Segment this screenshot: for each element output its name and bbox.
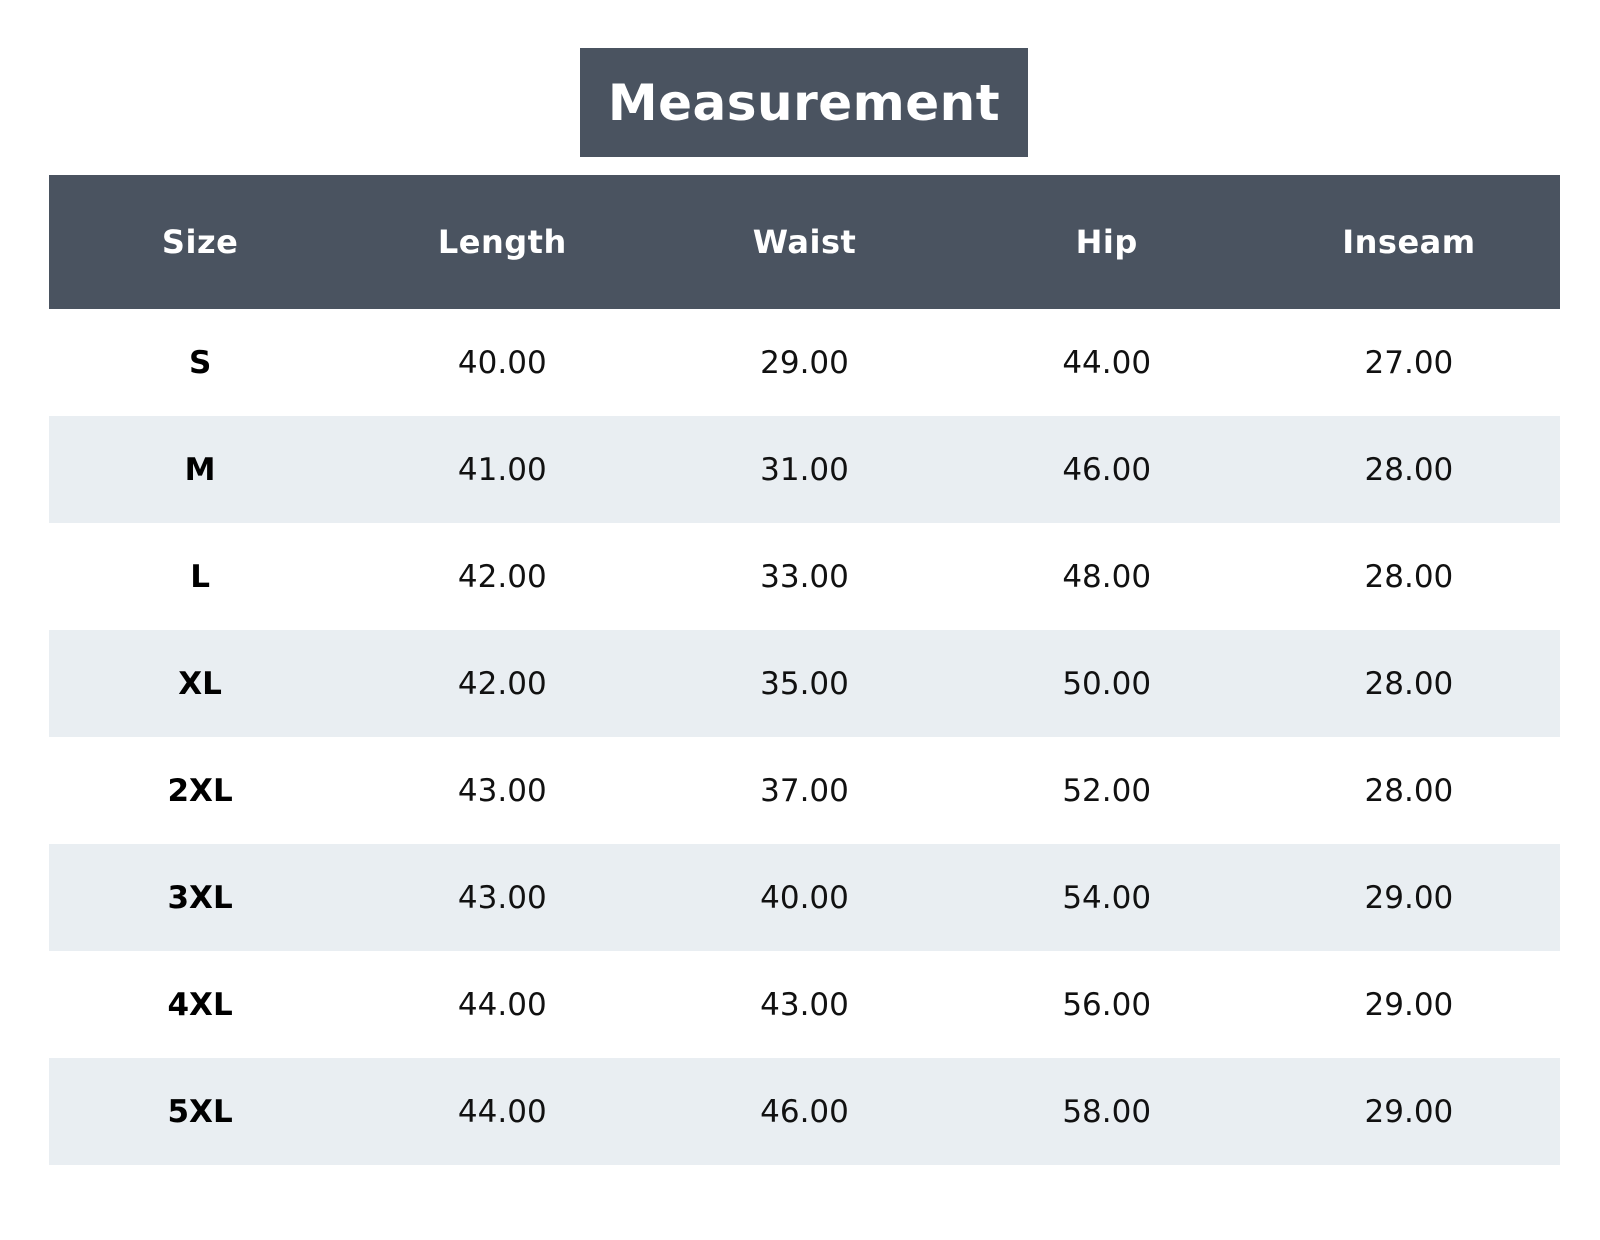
table-cell-hip: 50.00 (1062, 665, 1152, 702)
size-label-cell: M (184, 451, 216, 488)
table-cell-waist: 46.00 (760, 1093, 849, 1130)
table-title: Measurement (607, 73, 1001, 132)
table-cell-hip: 46.00 (1062, 451, 1152, 488)
table-title-banner: Measurement (580, 48, 1028, 157)
table-cell-waist: 33.00 (760, 558, 849, 595)
table-cell-length: 42.00 (457, 665, 547, 702)
table-row: S 40.00 29.00 44.00 27.00 (49, 309, 1560, 416)
table-cell-length: 40.00 (457, 344, 547, 381)
table-cell-length: 43.00 (457, 772, 547, 809)
size-label-cell: XL (178, 665, 222, 702)
table-cell-hip: 48.00 (1062, 558, 1152, 595)
column-header-hip: Hip (1075, 223, 1138, 261)
table-cell-inseam: 29.00 (1364, 1093, 1454, 1130)
table-cell-length: 41.00 (457, 451, 547, 488)
table-row: L 42.00 33.00 48.00 28.00 (49, 523, 1560, 630)
table-cell-hip: 54.00 (1062, 879, 1152, 916)
size-label-cell: L (190, 558, 210, 595)
table-row: XL 42.00 35.00 50.00 28.00 (49, 630, 1560, 737)
table-cell-inseam: 28.00 (1364, 772, 1454, 809)
table-row: M 41.00 31.00 46.00 28.00 (49, 416, 1560, 523)
table-cell-waist: 29.00 (760, 344, 849, 381)
size-label-cell: 5XL (167, 1093, 233, 1130)
size-label-cell: S (188, 344, 212, 381)
table-cell-length: 42.00 (457, 558, 547, 595)
column-header-length: Length (437, 223, 567, 261)
table-row: 3XL 43.00 40.00 54.00 29.00 (49, 844, 1560, 951)
table-cell-hip: 58.00 (1062, 1093, 1152, 1130)
table-body: S 40.00 29.00 44.00 27.00 M 41.00 31.00 46.00 28.… (49, 309, 1560, 1165)
table-cell-waist: 40.00 (760, 879, 849, 916)
table-cell-inseam: 28.00 (1364, 558, 1454, 595)
table-row: 4XL 44.00 43.00 56.00 29.00 (49, 951, 1560, 1058)
size-label-cell: 4XL (167, 986, 233, 1023)
table-cell-length: 43.00 (457, 879, 547, 916)
table-row: 5XL 44.00 46.00 58.00 29.00 (49, 1058, 1560, 1165)
size-label-cell: 2XL (167, 772, 233, 809)
measurement-table: Size Length Waist Hip Inseam S 40.00 29.00 44.0… (49, 175, 1560, 1165)
table-cell-inseam: 29.00 (1364, 879, 1454, 916)
table-cell-inseam: 27.00 (1364, 344, 1454, 381)
table-cell-hip: 44.00 (1062, 344, 1152, 381)
table-header-row: Size Length Waist Hip Inseam (49, 175, 1560, 309)
table-cell-hip: 56.00 (1062, 986, 1152, 1023)
table-cell-waist: 43.00 (760, 986, 849, 1023)
size-label-cell: 3XL (167, 879, 233, 916)
table-cell-waist: 37.00 (760, 772, 849, 809)
table-row: 2XL 43.00 37.00 52.00 28.00 (49, 737, 1560, 844)
table-cell-hip: 52.00 (1062, 772, 1152, 809)
table-cell-inseam: 28.00 (1364, 665, 1454, 702)
table-cell-waist: 35.00 (760, 665, 849, 702)
column-header-waist: Waist (752, 223, 857, 261)
table-cell-inseam: 28.00 (1364, 451, 1454, 488)
table-cell-length: 44.00 (457, 986, 547, 1023)
table-cell-length: 44.00 (457, 1093, 547, 1130)
table-cell-inseam: 29.00 (1364, 986, 1454, 1023)
column-header-size: Size (161, 223, 239, 261)
column-header-inseam: Inseam (1342, 223, 1476, 261)
table-cell-waist: 31.00 (760, 451, 849, 488)
